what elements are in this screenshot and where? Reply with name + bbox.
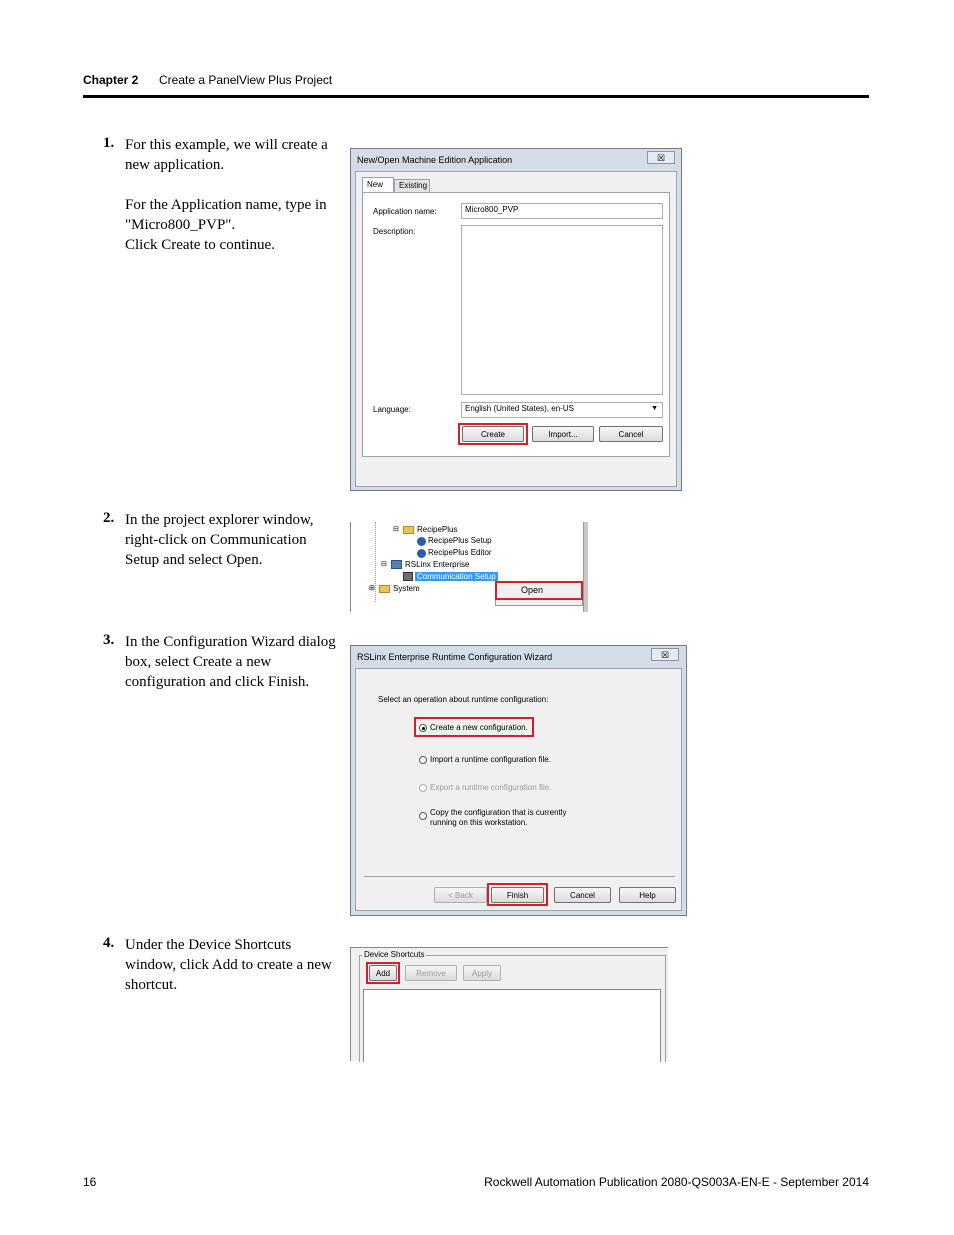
tree-line: [375, 522, 377, 602]
shortcuts-title: Device Shortcuts: [362, 950, 427, 959]
configuration-wizard-dialog: RSLinx Enterprise Runtime Configuration …: [350, 645, 687, 916]
collapse-icon[interactable]: ⊟: [381, 560, 387, 568]
step-1-para-1: For this example, we will create a new a…: [125, 137, 328, 173]
step-2-number: 2.: [103, 510, 115, 526]
help-button[interactable]: Help: [619, 887, 676, 903]
step-1-para-2: For the Application name, type in "Micro…: [125, 197, 327, 233]
project-explorer-tree: ⊟ RecipePlus RecipePlus Setup RecipePlus…: [350, 522, 588, 612]
step-3-para-1: In the Configuration Wizard dialog box, …: [125, 634, 336, 690]
step-2-text: In the project explorer window, right-cl…: [125, 510, 340, 570]
close-icon[interactable]: ☒: [651, 648, 679, 661]
language-select[interactable]: English (United States), en-US ▼: [461, 402, 663, 418]
step-3-number: 3.: [103, 632, 115, 648]
radio-create-new[interactable]: [419, 724, 427, 732]
tree-item-system[interactable]: System: [393, 584, 420, 593]
network-icon: [391, 560, 402, 569]
page-number: 16: [83, 1175, 97, 1189]
tree-item-recipeplus-setup[interactable]: RecipePlus Setup: [428, 536, 492, 545]
tree-item-rslinx-enterprise[interactable]: RSLinx Enterprise: [405, 560, 469, 569]
step-4-number: 4.: [103, 935, 115, 951]
wizard-body: Select an operation about runtime config…: [355, 668, 682, 911]
tab-existing[interactable]: Existing: [394, 179, 430, 192]
wizard-prompt: Select an operation about runtime config…: [378, 695, 549, 704]
dialog-title: New/Open Machine Edition Application: [357, 155, 513, 165]
finish-button[interactable]: Finish: [491, 887, 544, 903]
app-name-input[interactable]: Micro800_PVP: [461, 203, 663, 219]
language-value: English (United States), en-US: [465, 404, 574, 413]
back-button: < Back: [434, 887, 487, 903]
description-label: Description:: [373, 227, 416, 236]
tree-item-communication-setup[interactable]: Communication Setup: [415, 572, 498, 581]
device-shortcuts-window: Device Shortcuts Add Remove Apply: [350, 947, 668, 1062]
gear-icon: [417, 537, 426, 546]
step-1-number: 1.: [103, 135, 115, 151]
import-button[interactable]: Import...: [532, 426, 594, 442]
step-2-para-1: In the project explorer window, right-cl…: [125, 512, 314, 568]
app-name-label: Application name:: [373, 207, 437, 216]
radio-copy[interactable]: [419, 812, 427, 820]
step-4-text: Under the Device Shortcuts window, click…: [125, 935, 340, 995]
collapse-icon[interactable]: ⊟: [393, 525, 399, 533]
cancel-button[interactable]: Cancel: [554, 887, 611, 903]
option-import[interactable]: Import a runtime configuration file.: [430, 755, 551, 764]
apply-button: Apply: [463, 965, 501, 981]
step-1-text: For this example, we will create a new a…: [125, 135, 340, 255]
wizard-title: RSLinx Enterprise Runtime Configuration …: [357, 652, 553, 662]
chapter-label: Chapter 2: [83, 73, 139, 87]
add-button[interactable]: Add: [369, 965, 397, 981]
new-open-application-dialog: New/Open Machine Edition Application ☒ N…: [350, 148, 682, 491]
option-create-new[interactable]: Create a new configuration.: [430, 723, 528, 732]
scrollbar[interactable]: [583, 522, 588, 612]
cancel-button[interactable]: Cancel: [599, 426, 663, 442]
step-3-text: In the Configuration Wizard dialog box, …: [125, 632, 340, 692]
description-input[interactable]: [461, 225, 663, 395]
header-rule: [83, 95, 869, 98]
chapter-title: Create a PanelView Plus Project: [159, 73, 333, 87]
editor-icon: [417, 549, 426, 558]
dialog-body: New Existing Application name: Micro800_…: [355, 171, 677, 487]
tree-item-recipeplus-editor[interactable]: RecipePlus Editor: [428, 548, 492, 557]
option-copy[interactable]: Copy the configuration that is currently…: [430, 808, 580, 828]
step-1-para-3: Click Create to continue.: [125, 237, 275, 253]
create-button[interactable]: Create: [462, 426, 524, 442]
tree-item-recipeplus[interactable]: RecipePlus: [417, 525, 457, 534]
divider: [364, 876, 675, 877]
folder-icon: [403, 526, 414, 534]
menu-item-open[interactable]: Open: [521, 585, 543, 595]
publication-info: Rockwell Automation Publication 2080-QS0…: [484, 1175, 869, 1189]
shortcuts-list[interactable]: [363, 989, 661, 1062]
tab-content: Application name: Micro800_PVP Descripti…: [362, 192, 670, 457]
language-label: Language:: [373, 405, 411, 414]
radio-export: [419, 784, 427, 792]
step-4-para-1: Under the Device Shortcuts window, click…: [125, 937, 332, 993]
communication-icon: [403, 572, 413, 581]
tab-new[interactable]: New: [362, 177, 394, 192]
radio-import[interactable]: [419, 756, 427, 764]
chevron-down-icon: ▼: [651, 405, 658, 412]
option-export: Export a runtime configuration file.: [430, 783, 552, 792]
close-icon[interactable]: ☒: [647, 151, 675, 164]
folder-icon: [379, 585, 390, 593]
remove-button: Remove: [405, 965, 457, 981]
expand-icon[interactable]: ⊞: [369, 584, 375, 592]
